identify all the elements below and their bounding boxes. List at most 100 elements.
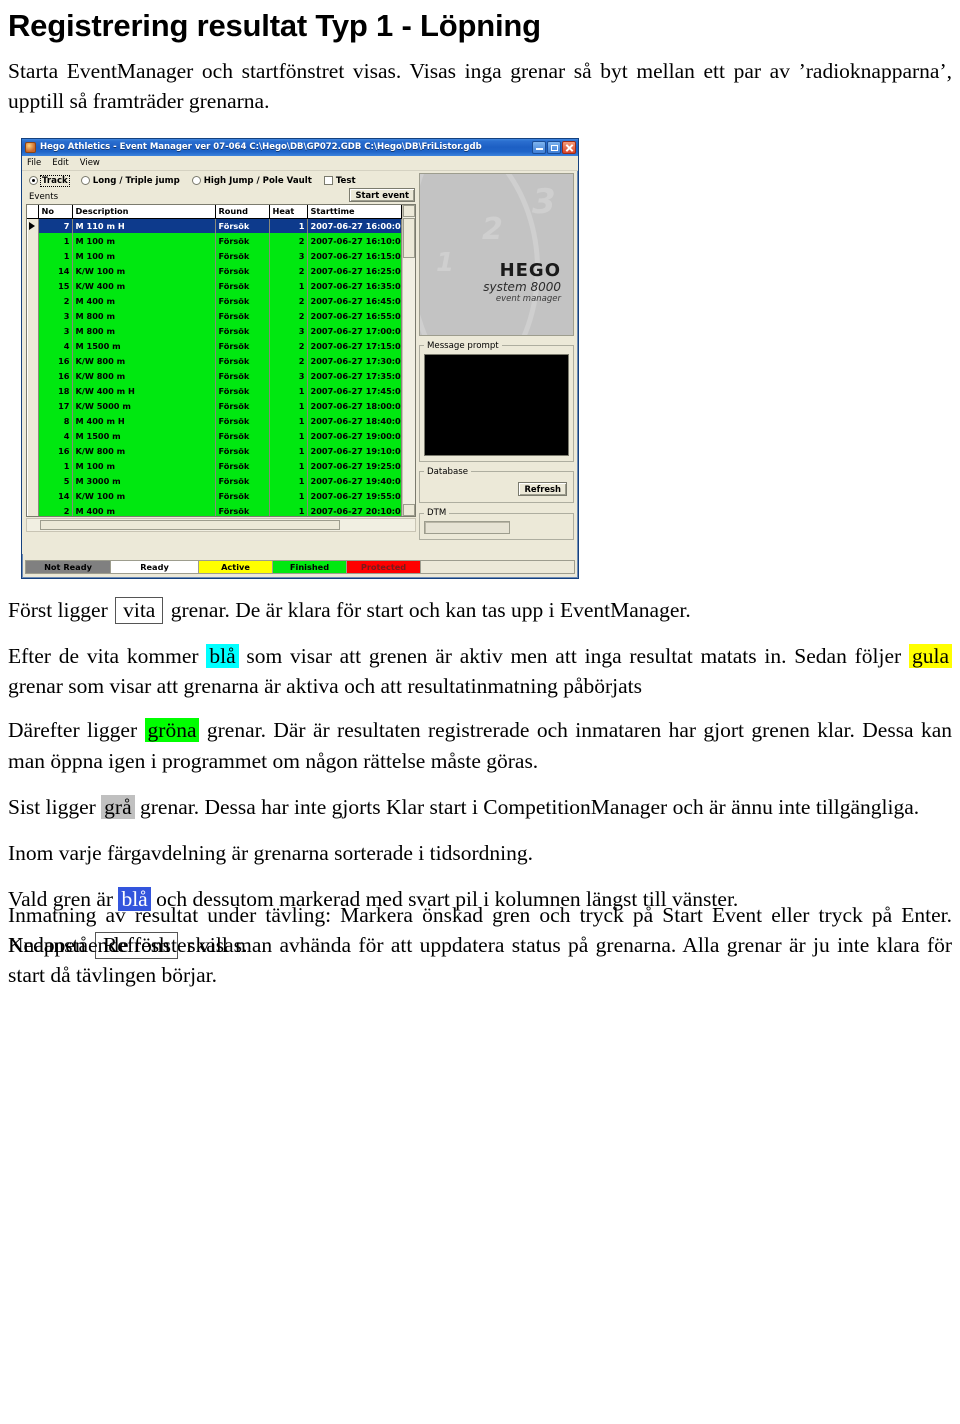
grid-horizontal-scrollbar[interactable] (26, 518, 416, 533)
cell-no: 14 (38, 263, 73, 279)
cell-round: Försök (215, 248, 270, 264)
p4-text-a: Sist ligger (8, 794, 96, 819)
cell-heat: 1 (269, 428, 308, 444)
cell-description: K/W 400 m H (72, 383, 216, 399)
left-pane: Track Long / Triple jump High Jump / Pol… (22, 170, 417, 555)
cell-description: M 800 m (72, 308, 216, 324)
table-row[interactable]: 3M 800 m Försök 2 2007-06-27 16:55:00 (27, 308, 402, 324)
grid-vertical-scrollbar[interactable] (402, 205, 415, 517)
database-actions: Refresh (424, 480, 569, 497)
footer-note: Inmatning av resultat under tävling: Mar… (8, 903, 952, 958)
minimize-button[interactable] (532, 140, 546, 154)
table-row[interactable]: 2M 400 m Försök 1 2007-06-27 20:10:00 (27, 503, 402, 517)
maximize-button[interactable] (547, 140, 561, 154)
message-prompt-display (424, 353, 569, 456)
table-row[interactable]: 2M 400 m Försök 2 2007-06-27 16:45:00 (27, 293, 402, 309)
cell-description: K/W 800 m (72, 353, 216, 369)
dtm-group: DTM (419, 508, 574, 541)
close-icon[interactable] (562, 140, 576, 154)
cell-description: M 1500 m (72, 428, 216, 444)
table-row[interactable]: 5M 3000 m Försök 1 2007-06-27 19:40:00 (27, 473, 402, 489)
message-prompt-group: Message prompt (419, 340, 574, 462)
event-manager-window: Hego Athletics - Event Manager ver 07-06… (21, 137, 579, 580)
keyword-gula: gula (908, 644, 953, 669)
app-icon (25, 141, 36, 153)
table-row[interactable]: 16 K/W 800 m Försök 2 2007-06-27 17:30:00 (27, 353, 402, 369)
message-prompt-label: Message prompt (427, 340, 499, 351)
radio-high-jump-pole-vault[interactable]: High Jump / Pole Vault (191, 176, 312, 186)
menu-item-edit[interactable]: Edit (52, 158, 68, 168)
events-table: No Description Round Heat Starttime 7M 1… (27, 205, 402, 517)
row-marker-cell (27, 458, 39, 474)
scrollbar-track[interactable] (403, 258, 415, 504)
scrollbar-thumb-horizontal[interactable] (40, 520, 340, 531)
table-row[interactable]: 4M 1500 m Försök 2 2007-06-27 17:15:00 (27, 338, 402, 354)
cell-no: 2 (38, 293, 73, 309)
row-marker-cell (27, 293, 39, 309)
scroll-up-button[interactable] (403, 205, 415, 218)
table-row[interactable]: 7M 110 m H Försök 1 2007-06-27 16:00:00 (27, 218, 402, 234)
table-row[interactable]: 14 K/W 100 m Försök 1 2007-06-27 19:55:00 (27, 488, 402, 504)
table-row[interactable]: 14 K/W 100 m Försök 2 2007-06-27 16:25:00 (27, 263, 402, 279)
left-pane-spacer (25, 532, 417, 554)
cell-round: Försök (215, 218, 270, 234)
table-row[interactable]: 15 K/W 400 m Försök 1 2007-06-27 16:35:00 (27, 278, 402, 294)
paragraph-white-events: Först ligger vita grenar. De är klara fö… (8, 595, 952, 625)
cell-round: Försök (215, 413, 270, 429)
radio-long-triple-jump[interactable]: Long / Triple jump (80, 176, 180, 186)
menu-item-view[interactable]: View (80, 158, 100, 168)
cell-no: 2 (38, 503, 73, 517)
cell-description: K/W 100 m (72, 263, 216, 279)
table-row[interactable]: 8M 400 m H Försök 1 2007-06-27 18:40:00 (27, 413, 402, 429)
status-legend-bar: Not Ready Ready Active Finished Protecte… (25, 560, 575, 575)
cell-starttime: 2007-06-27 17:30:00 (307, 353, 402, 369)
cell-no: 1 (38, 458, 73, 474)
cell-description: K/W 400 m (72, 278, 216, 294)
lane-number-2: 2 (482, 211, 503, 247)
column-header-no[interactable]: No (38, 205, 73, 219)
table-row[interactable]: 4M 1500 m Försök 1 2007-06-27 19:00:00 (27, 428, 402, 444)
cell-starttime: 2007-06-27 17:00:00 (307, 323, 402, 339)
checkbox-test[interactable]: Test (323, 176, 356, 186)
menu-item-file[interactable]: File (27, 158, 41, 168)
row-marker-cell (27, 383, 39, 399)
column-header-starttime[interactable]: Starttime (307, 205, 402, 219)
logo-text-block: HEGO system 8000 event manager (483, 260, 561, 304)
events-grid[interactable]: No Description Round Heat Starttime 7M 1… (26, 204, 416, 518)
cell-starttime: 2007-06-27 16:45:00 (307, 293, 402, 309)
p2-text-c: grenar som visar att grenarna är aktiva … (8, 674, 643, 699)
radio-button-icon (29, 176, 38, 186)
p1-text-a: Först ligger (8, 598, 108, 623)
status-legend-finished: Finished (273, 561, 347, 574)
cell-heat: 1 (269, 473, 308, 489)
row-marker-cell (27, 488, 39, 504)
cell-description: M 1500 m (72, 338, 216, 354)
table-row[interactable]: 1M 100 m Försök 3 2007-06-27 16:15:00 (27, 248, 402, 264)
start-event-button[interactable]: Start event (349, 187, 415, 203)
table-row[interactable]: 16 K/W 800 m Försök 3 2007-06-27 17:35:00 (27, 368, 402, 384)
table-row[interactable]: 16 K/W 800 m Försök 1 2007-06-27 19:10:00 (27, 443, 402, 459)
scroll-down-button[interactable] (403, 504, 415, 517)
table-row[interactable]: 1M 100 m Försök 2 2007-06-27 16:10:00 (27, 233, 402, 249)
dtm-input[interactable] (424, 521, 510, 535)
scrollbar-thumb[interactable] (403, 218, 415, 259)
radio-track[interactable]: Track (29, 174, 70, 187)
refresh-button[interactable]: Refresh (518, 481, 567, 497)
column-header-description[interactable]: Description (72, 205, 216, 219)
status-legend-ready: Ready (111, 561, 199, 574)
status-legend-filler (421, 561, 574, 574)
p2-text-b: som visar att grenen är aktiv men att in… (246, 644, 902, 669)
column-header-heat[interactable]: Heat (269, 205, 308, 219)
cell-heat: 3 (269, 248, 308, 264)
table-row[interactable]: 18 K/W 400 m H Försök 1 2007-06-27 17:45:00 (27, 383, 402, 399)
event-manager-screenshot: Hego Athletics - Event Manager ver 07-06… (21, 137, 579, 580)
table-row[interactable]: 1M 100 m Försök 1 2007-06-27 19:25:00 (27, 458, 402, 474)
column-header-round[interactable]: Round (215, 205, 270, 219)
keyword-vita: vita (115, 597, 164, 624)
row-marker-cell (27, 398, 39, 414)
table-row[interactable]: 17 K/W 5000 m Försök 1 2007-06-27 18:00:00 (27, 398, 402, 414)
cell-round: Försök (215, 308, 270, 324)
cell-starttime: 2007-06-27 17:15:00 (307, 338, 402, 354)
cell-heat: 2 (269, 263, 308, 279)
table-row[interactable]: 3M 800 m Försök 3 2007-06-27 17:00:00 (27, 323, 402, 339)
